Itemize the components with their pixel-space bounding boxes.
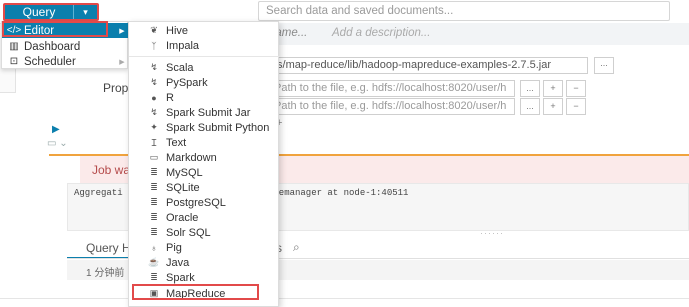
submenu-item-label: Spark Submit Jar [166,106,251,119]
java-icon: ☕ [148,257,160,267]
submenu-item-label: PySpark [166,76,208,89]
submenu-item-java[interactable]: ☕ Java [129,255,280,270]
submenu-item-label: PostgreSQL [166,196,226,209]
submenu-item-scala[interactable]: ↯ Scala [129,60,280,75]
dashboard-icon: ▥ [9,41,19,52]
menu-item-label: Dashboard [24,40,81,53]
remove-property-icon-2[interactable]: − [566,98,586,115]
mapreduce-highlight-box [132,284,259,300]
submenu-item-label: Spark [166,271,195,284]
submenu-item-spark-submit-jar[interactable]: ↯ Spark Submit Jar [129,105,280,120]
spark-icon: ↯ [150,107,158,117]
global-search-input[interactable]: Search data and saved documents... [258,1,670,21]
submenu-item-label: Markdown [166,151,217,164]
add-property-icon-2[interactable]: + [543,98,563,115]
menu-item-label: Scheduler [24,55,76,68]
submenu-item-pig[interactable]: ♁ Pig [129,240,280,255]
database-icon: ≣ [150,182,158,192]
chevron-right-icon: ▶ [119,58,125,66]
menu-item-dashboard[interactable]: ▥ Dashboard [2,39,129,54]
text-cursor-icon: Ｉ [149,138,159,148]
python-icon: ✦ [150,122,158,132]
submenu-item-hive[interactable]: ❦ Hive [129,23,280,38]
submenu-item-label: Spark Submit Python [166,121,270,134]
chevron-right-icon: ▶ [119,27,125,35]
bottom-divider [0,298,689,299]
submenu-item-pyspark[interactable]: ↯ PySpark [129,75,280,90]
hive-icon: ❦ [150,25,158,35]
submenu-item-label: MySQL [166,166,203,179]
submenu-item-solr-sql[interactable]: ≣ Solr SQL [129,225,280,240]
file-path-input-2[interactable]: Path to the file, e.g. hdfs://localhost:… [270,98,515,115]
file-browse-button-1[interactable]: ... [520,80,540,97]
submenu-item-label: Text [166,136,187,149]
pig-icon: ♁ [150,242,158,253]
submenu-item-spark-submit-python[interactable]: ✦ Spark Submit Python [129,120,280,135]
editor-highlight-box [2,21,108,37]
history-time: 1 分钟前 [86,268,125,279]
markdown-icon: ▭ [149,152,159,162]
query-caret-icon[interactable]: ▾ [73,5,97,19]
submenu-item-markdown[interactable]: ▭ Markdown [129,150,280,165]
database-icon: ≣ [150,197,158,207]
jar-browse-button[interactable]: ... [594,57,614,74]
database-icon: ≣ [150,272,158,282]
submenu-item-sqlite[interactable]: ≣ SQLite [129,180,280,195]
submenu-item-label: Impala [166,39,200,52]
jar-path-input[interactable]: /s/map-reduce/lib/hadoop-mapreduce-examp… [270,57,588,74]
add-property-icon-1[interactable]: + [543,80,563,97]
submenu-item-label: Oracle [166,211,199,224]
submenu-item-oracle[interactable]: ≣ Oracle [129,210,280,225]
remove-property-icon-1[interactable]: − [566,80,586,97]
snippet-toggle-icon[interactable]: ▭ ⌄ [47,138,68,149]
submenu-item-impala[interactable]: ᛉ Impala [129,38,280,53]
submenu-item-r[interactable]: ● R [129,90,280,105]
submenu-item-label: Solr SQL [166,226,211,239]
submenu-item-label: R [166,91,174,104]
submenu-item-label: Hive [166,24,189,37]
r-icon: ● [151,92,157,103]
spark-icon: ↯ [150,77,158,87]
database-icon: ≣ [150,212,158,222]
calendar-icon: ⊡ [9,56,19,67]
history-search-icon[interactable]: ⌕ [293,240,300,255]
database-icon: ≣ [150,167,158,177]
submenu-item-label: Java [166,256,190,269]
impala-icon: ᛉ [151,40,157,51]
log-line-left: Aggregati [74,188,123,198]
run-play-icon[interactable]: ▶ [52,124,60,135]
log-line-right: odemanager at node-1:40511 [268,188,409,198]
submenu-item-label: SQLite [166,181,200,194]
menu-item-scheduler[interactable]: ⊡ Scheduler ▶ [2,54,129,69]
query-description-field[interactable]: Add a description... [332,27,430,39]
query-button[interactable]: Query ▾ [3,3,99,21]
editor-submenu: ❦ Hive ᛉ Impala ↯ Scala ↯ PySpark ● R ↯ … [128,21,280,307]
database-icon: ≣ [150,227,158,237]
file-browse-button-2[interactable]: ... [520,98,540,115]
submenu-divider [129,56,280,57]
submenu-item-postgresql[interactable]: ≣ PostgreSQL [129,195,280,210]
query-button-label: Query [22,5,56,19]
submenu-item-label: Pig [166,241,182,254]
spark-icon: ↯ [150,62,158,72]
submenu-item-label: Scala [166,61,194,74]
file-path-input-1[interactable]: Path to the file, e.g. hdfs://localhost:… [270,80,515,97]
submenu-item-spark[interactable]: ≣ Spark [129,270,280,285]
submenu-item-mysql[interactable]: ≣ MySQL [129,165,280,180]
submenu-item-text[interactable]: Ｉ Text [129,135,280,150]
resize-handle[interactable]: ······ [480,228,504,238]
